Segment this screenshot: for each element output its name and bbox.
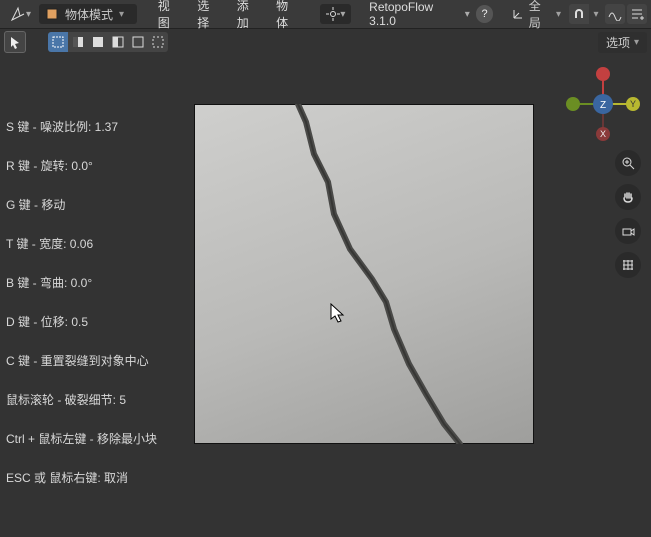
options-dropdown[interactable]: 选项 ▾ (598, 32, 647, 53)
grid-icon (621, 258, 635, 272)
sel-mode-5[interactable] (128, 32, 148, 52)
proportional-edit-button[interactable] (605, 4, 625, 24)
half-icon (72, 36, 84, 48)
sel-mode-4[interactable] (108, 32, 128, 52)
zoom-button[interactable] (615, 150, 641, 176)
magnet-icon (572, 7, 586, 21)
overlay-line: Ctrl + 鼠标左键 - 移除最小块 (6, 430, 157, 447)
halfsplit-icon (112, 36, 124, 48)
align-icon (630, 7, 644, 21)
perspective-button[interactable] (615, 252, 641, 278)
pan-button[interactable] (615, 184, 641, 210)
chevron-down-icon: ▾ (594, 9, 599, 20)
camera-icon (621, 224, 635, 238)
retopoflow-label: RetopoFlow 3.1.0 (369, 0, 461, 28)
sel-mode-6[interactable] (148, 32, 168, 52)
camera-button[interactable] (615, 218, 641, 244)
chevron-down-icon: ▾ (26, 9, 31, 20)
viewport-controls (615, 150, 641, 278)
editor-type-button[interactable]: ▾ (4, 4, 37, 24)
operator-overlay: S 键 - 噪波比例: 1.37 R 键 - 旋转: 0.0° G 键 - 移动… (6, 118, 157, 486)
orientation-icon (511, 7, 525, 21)
overlay-line: C 键 - 重置裂缝到对象中心 (6, 352, 157, 369)
menu-select[interactable]: 选择 (190, 0, 227, 31)
overlay-line: D 键 - 位移: 0.5 (6, 313, 157, 330)
overlay-line: R 键 - 旋转: 0.0° (6, 157, 157, 174)
viewport-window: { "header":{ "mode_label":"物体模式", "menus… (0, 0, 651, 537)
overlay-line: B 键 - 弯曲: 0.0° (6, 274, 157, 291)
chevron-down-icon: ▾ (556, 9, 561, 20)
orientation-label: 全局 (529, 0, 552, 31)
chevron-down-icon: ▾ (465, 9, 470, 20)
align-button[interactable] (627, 4, 647, 24)
mode-label: 物体模式 (65, 6, 113, 23)
sel-mode-2[interactable] (68, 32, 88, 52)
cursor-icon (8, 35, 22, 49)
snap-group[interactable]: ▾ (569, 4, 603, 24)
axis-y-label: Y (630, 99, 636, 109)
menu-view[interactable]: 视图 (151, 0, 188, 31)
overlay-line: T 键 - 宽度: 0.06 (6, 235, 157, 252)
help-button[interactable]: ? (476, 5, 494, 23)
menu-object[interactable]: 物体 (269, 0, 306, 31)
secondary-toolbar: 选项 ▾ (0, 30, 651, 54)
cursor3d-icon (10, 6, 26, 22)
chevron-down-icon: ▾ (119, 9, 124, 20)
top-toolbar: ▾ 物体模式 ▾ 视图 选择 添加 物体 ▾ RetopoFlow 3.1.0 … (0, 0, 651, 29)
gizmo-svg: Z Y X (563, 62, 643, 142)
sel-mode-3[interactable] (88, 32, 108, 52)
sel-mode-1[interactable] (48, 32, 68, 52)
box-icon (52, 36, 64, 48)
options-label: 选项 (606, 34, 630, 51)
overlay-line: ESC 或 鼠标右键: 取消 (6, 469, 157, 486)
dashed-icon (152, 36, 164, 48)
hand-icon (621, 190, 635, 204)
overlay-line: G 键 - 移动 (6, 196, 157, 213)
navigation-gizmo[interactable]: Z Y X (563, 62, 643, 142)
retopoflow-menu[interactable]: RetopoFlow 3.1.0 ▾ (365, 0, 474, 28)
magnify-icon (621, 156, 635, 170)
mode-dropdown[interactable]: 物体模式 ▾ (39, 4, 137, 24)
outline-icon (132, 36, 144, 48)
solid-icon (92, 36, 104, 48)
menu-add[interactable]: 添加 (230, 0, 267, 31)
pivot-dropdown[interactable]: ▾ (320, 4, 351, 24)
axis-x-label: X (600, 129, 606, 139)
help-icon: ? (482, 8, 488, 20)
overlay-line: 鼠标滚轮 - 破裂细节: 5 (6, 391, 157, 408)
select-tool[interactable] (4, 31, 26, 53)
transform-orientation[interactable]: 全局 ▾ (507, 0, 565, 31)
selection-mode-group (48, 32, 168, 52)
pivot-icon (326, 7, 340, 21)
chevron-down-icon: ▾ (634, 37, 639, 48)
object-mode-icon (45, 7, 59, 21)
viewport-3d[interactable] (194, 104, 534, 444)
viewport-content (194, 104, 534, 444)
overlay-line: S 键 - 噪波比例: 1.37 (6, 118, 157, 135)
wavy-icon (608, 7, 622, 21)
axis-z-label: Z (600, 100, 606, 111)
chevron-down-icon: ▾ (340, 9, 345, 20)
